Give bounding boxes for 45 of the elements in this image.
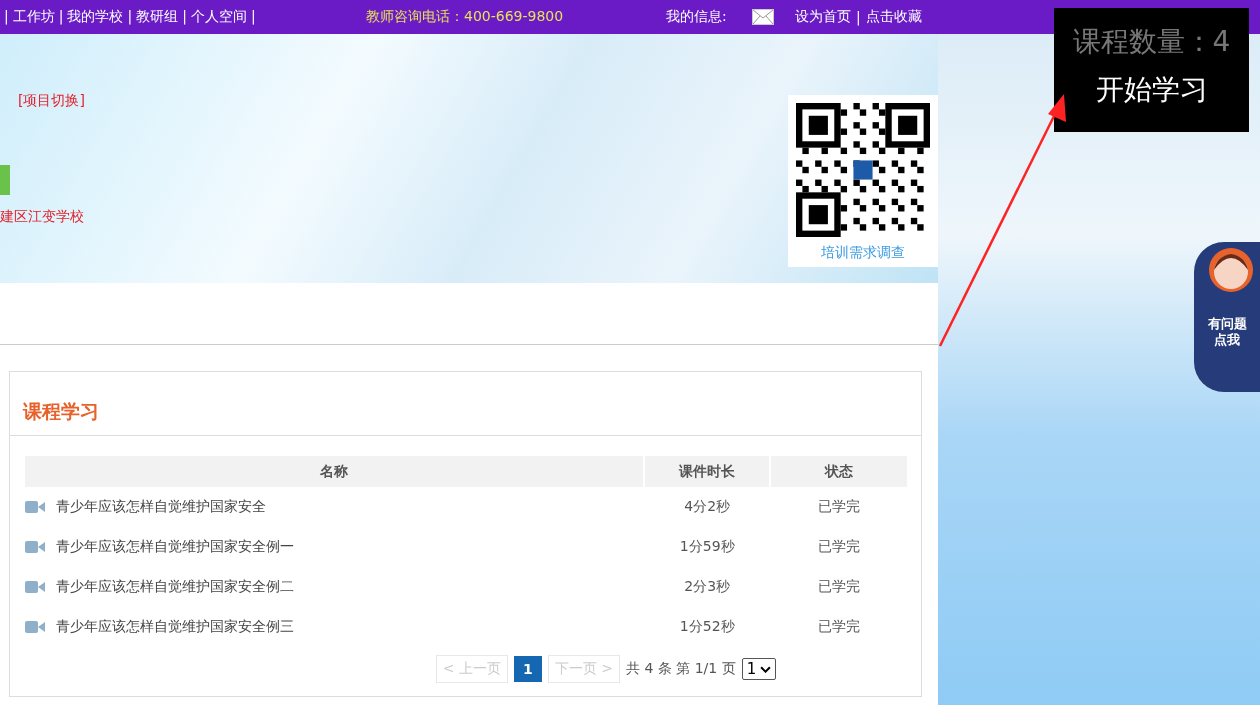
separator: |	[856, 9, 861, 25]
video-camera-icon	[25, 580, 45, 594]
video-camera-icon	[25, 540, 45, 554]
status-cell-text: 已学完	[817, 538, 862, 556]
separator: |	[182, 8, 187, 26]
course-link[interactable]: 青少年应该怎样自觉维护国家安全例三	[56, 618, 294, 636]
column-header: 状态	[771, 456, 907, 487]
duration-cell-text: 2分3秒	[683, 578, 732, 596]
column-header: 名称	[25, 456, 644, 487]
course-link[interactable]: 青少年应该怎样自觉维护国家安全例一	[56, 538, 294, 556]
header-link[interactable]: 点击收藏	[865, 8, 922, 26]
qr-code-icon	[796, 103, 930, 237]
project-switch-link[interactable]: [项目切换]	[18, 92, 85, 110]
hotline-text: 教师咨询电话：400-669-9800	[366, 8, 565, 26]
nav-link[interactable]: 教研组	[136, 8, 179, 26]
status-cell-text: 已学完	[817, 578, 862, 596]
course-link[interactable]: 青少年应该怎样自觉维护国家安全	[56, 498, 266, 516]
help-badge-text: 有问题点我	[1207, 316, 1247, 348]
duration-cell-text: 1分52秒	[678, 618, 736, 636]
page-summary: 共 4 条 第 1/1 页	[625, 660, 736, 678]
video-camera-icon	[25, 500, 45, 514]
column-header: 课件时长	[645, 456, 770, 487]
course-link[interactable]: 青少年应该怎样自觉维护国家安全例二	[56, 578, 294, 596]
page-number-button[interactable]: 1	[514, 656, 542, 682]
panel-title: 课程学习	[10, 372, 921, 436]
nav-link[interactable]: 我的学校	[67, 8, 124, 26]
nav-link[interactable]: 工作坊	[12, 8, 55, 26]
message-label: 我的信息:	[666, 8, 728, 26]
mail-icon[interactable]	[752, 9, 774, 25]
nav-link[interactable]: 个人空间	[190, 8, 247, 26]
duration-cell-text: 1分59秒	[678, 538, 736, 556]
page-select[interactable]: 1	[741, 658, 777, 680]
video-camera-icon	[25, 620, 45, 634]
separator: |	[127, 8, 133, 26]
school-name: 建区江变学校	[0, 208, 84, 226]
status-cell-text: 已学完	[817, 618, 862, 636]
separator: |	[4, 8, 9, 26]
separator: |	[58, 8, 64, 26]
status-cell-text: 已学完	[817, 498, 862, 516]
chevron-down-icon	[760, 665, 772, 673]
header-link[interactable]: 设为首页	[795, 8, 851, 26]
course-count: 课程数量：4	[1072, 24, 1231, 60]
helper-avatar[interactable]: 有问题点我	[1194, 242, 1260, 392]
separator: |	[250, 8, 256, 26]
duration-cell-text: 4分2秒	[683, 498, 732, 516]
